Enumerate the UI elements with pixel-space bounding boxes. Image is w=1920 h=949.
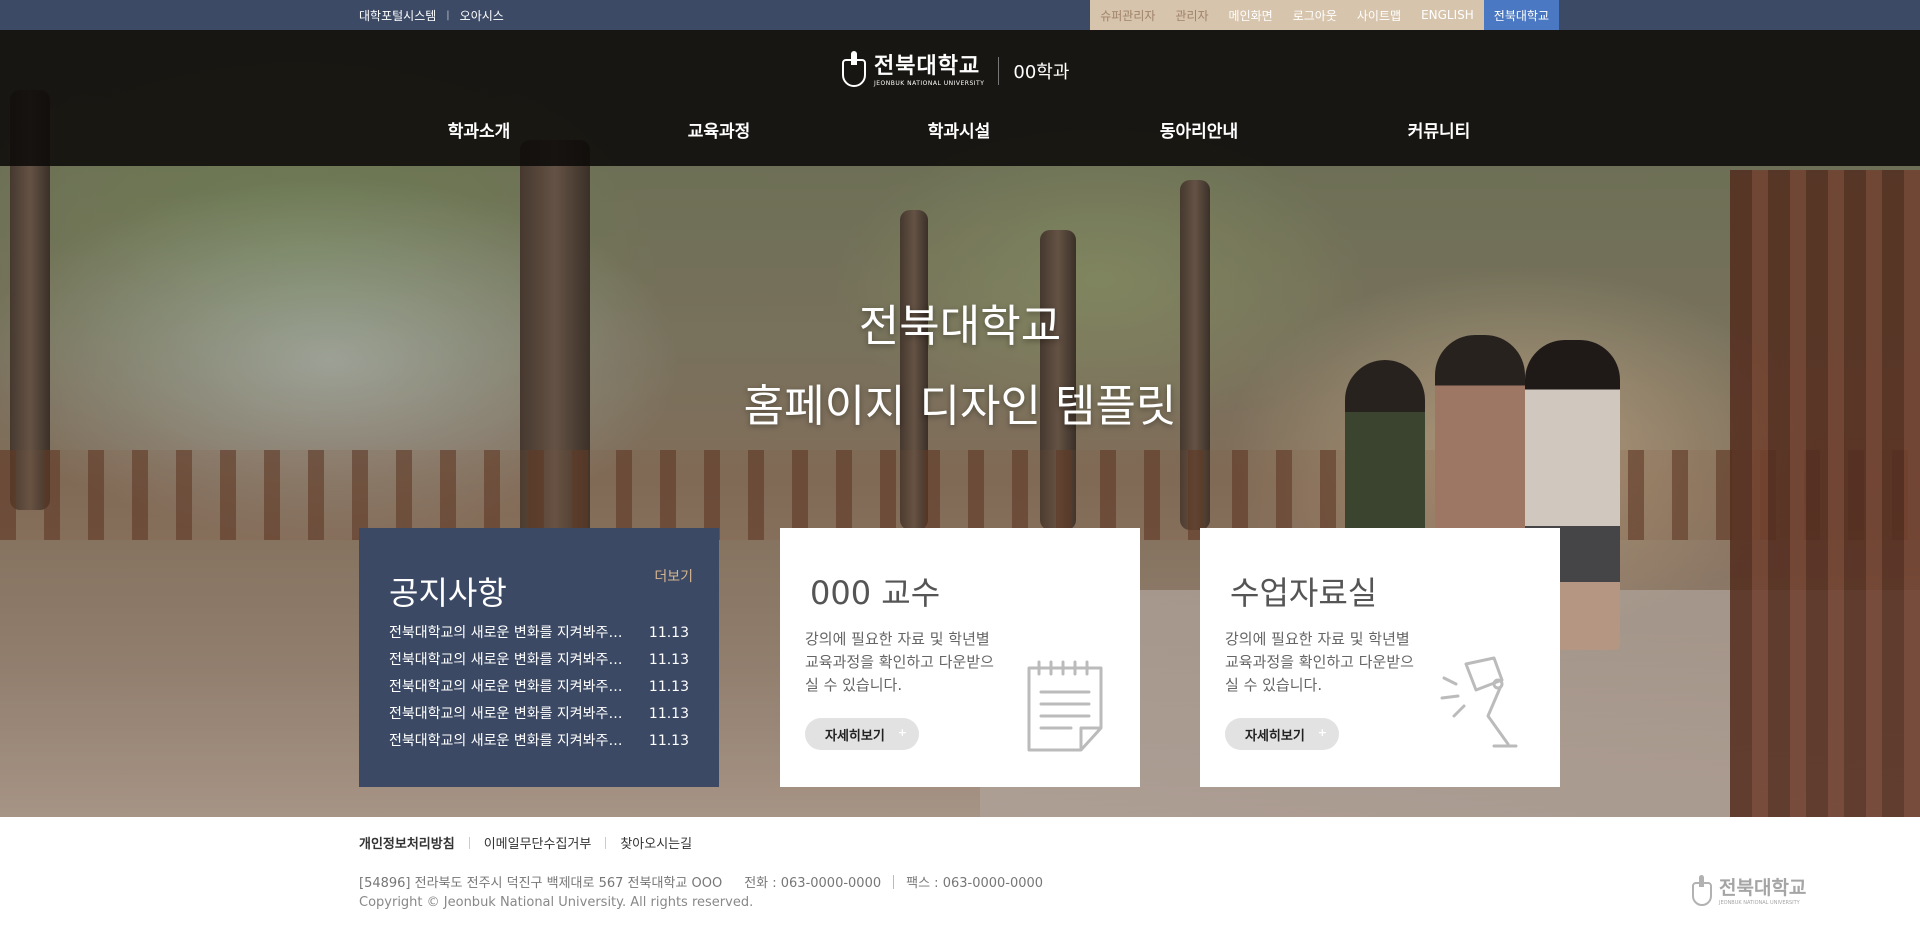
util-link-logout[interactable]: 로그아웃	[1283, 0, 1347, 30]
plus-icon: +	[1317, 726, 1327, 739]
nav-item-dept-intro[interactable]: 학과소개	[359, 112, 599, 152]
materials-card: 수업자료실 강의에 필요한 자료 및 학년별 교육과정을 확인하고 다운받으실 …	[1200, 528, 1560, 787]
notice-card: 공지사항 더보기 전북대학교의 새로운 변화를 지켜봐주시기 바랍니다11.13…	[359, 528, 719, 787]
util-link-jbnu[interactable]: 전북대학교	[1483, 0, 1559, 30]
logo-text-english: JEONBUK NATIONAL UNIVERSITY	[874, 79, 985, 87]
util-link-super-admin[interactable]: 슈퍼관리자	[1090, 0, 1165, 30]
notice-item[interactable]: 전북대학교의 새로운 변화를 지켜봐주시기 바랍니다11.13	[389, 674, 689, 701]
notice-item[interactable]: 전북대학교의 새로운 변화를 지켜봐주시기 바랍니다11.13	[389, 647, 689, 674]
nav-item-curriculum[interactable]: 교육과정	[599, 112, 839, 152]
professor-card: 000 교수 강의에 필요한 자료 및 학년별 교육과정을 확인하고 다운받으실…	[780, 528, 1140, 787]
util-link-english[interactable]: ENGLISH	[1411, 0, 1484, 30]
util-link-sitemap[interactable]: 사이트맵	[1347, 0, 1411, 30]
nav-item-clubs[interactable]: 동아리안내	[1079, 112, 1319, 152]
footer-links: 개인정보처리방침 이메일무단수집거부 찾아오시는길	[359, 833, 692, 852]
notepad-icon	[1027, 660, 1103, 752]
notice-more-link[interactable]: 더보기	[654, 566, 693, 586]
notice-date: 11.13	[648, 706, 689, 722]
site-header: 전북대학교 JEONBUK NATIONAL UNIVERSITY 00학과 학…	[0, 30, 1920, 166]
main-navigation: 학과소개 교육과정 학과시설 동아리안내 커뮤니티	[359, 112, 1559, 152]
notice-date: 11.13	[648, 652, 689, 668]
copyright-text: Copyright © Jeonbuk National University.…	[359, 895, 754, 910]
professor-card-title: 000 교수	[810, 574, 941, 612]
university-emblem-icon	[840, 51, 868, 91]
materials-card-title: 수업자료실	[1230, 574, 1378, 612]
footer-link-directions[interactable]: 찾아오시는길	[620, 833, 692, 852]
detail-button-label: 자세히보기	[1245, 728, 1305, 744]
footer-link-privacy[interactable]: 개인정보처리방침	[359, 833, 455, 852]
logo-text-korean: 전북대학교	[874, 53, 981, 79]
footer-logo: 전북대학교 JEONBUK NATIONAL UNIVERSITY	[1690, 875, 1806, 909]
nav-item-facilities[interactable]: 학과시설	[839, 112, 1079, 152]
divider	[605, 836, 607, 849]
portal-link-oasis[interactable]: 오아시스	[460, 7, 504, 24]
footer-link-email-refusal[interactable]: 이메일무단수집거부	[484, 833, 592, 852]
footer-address: [54896] 전라북도 전주시 덕진구 백제대로 567 전북대학교 OOO …	[359, 872, 1043, 891]
detail-button-label: 자세히보기	[825, 728, 885, 744]
top-utility-bar: 대학포털시스템 | 오아시스 슈퍼관리자 관리자 메인화면 로그아웃 사이트맵 …	[0, 0, 1920, 30]
desk-lamp-icon	[1440, 656, 1518, 748]
portal-links: 대학포털시스템 | 오아시스	[359, 7, 504, 24]
notice-list: 전북대학교의 새로운 변화를 지켜봐주시기 바랍니다11.13 전북대학교의 새…	[389, 620, 689, 755]
department-name: 00학과	[1013, 62, 1070, 83]
util-link-admin[interactable]: 관리자	[1165, 0, 1218, 30]
site-footer: 개인정보처리방침 이메일무단수집거부 찾아오시는길 [54896] 전라북도 전…	[0, 817, 1920, 949]
nav-item-community[interactable]: 커뮤니티	[1319, 112, 1559, 152]
portal-link-portal-system[interactable]: 대학포털시스템	[359, 7, 436, 24]
notice-item[interactable]: 전북대학교의 새로운 변화를 지켜봐주시기 바랍니다11.13	[389, 728, 689, 755]
divider	[468, 836, 470, 849]
util-link-main-screen[interactable]: 메인화면	[1219, 0, 1283, 30]
address-text: [54896] 전라북도 전주시 덕진구 백제대로 567 전북대학교 OOO	[359, 876, 723, 891]
notice-date: 11.13	[648, 679, 689, 695]
footer-logo-english: JEONBUK NATIONAL UNIVERSITY	[1719, 899, 1800, 906]
notice-title: 공지사항	[389, 574, 507, 612]
materials-detail-button[interactable]: 자세히보기 +	[1225, 718, 1339, 750]
footer-logo-korean: 전북대학교	[1719, 876, 1807, 899]
site-logo[interactable]: 전북대학교 JEONBUK NATIONAL UNIVERSITY 00학과	[840, 48, 1069, 94]
divider: |	[446, 9, 450, 21]
professor-detail-button[interactable]: 자세히보기 +	[805, 718, 919, 750]
notice-date: 11.13	[648, 733, 689, 749]
utility-links: 슈퍼관리자 관리자 메인화면 로그아웃 사이트맵 ENGLISH 전북대학교	[1090, 0, 1559, 30]
university-emblem-icon	[1690, 875, 1714, 909]
notice-item[interactable]: 전북대학교의 새로운 변화를 지켜봐주시기 바랍니다11.13	[389, 620, 689, 647]
divider	[893, 874, 895, 889]
fax-text: 팩스 : 063-0000-0000	[906, 876, 1044, 891]
hero-title-line1: 전북대학교	[858, 301, 1062, 352]
professor-card-description: 강의에 필요한 자료 및 학년별 교육과정을 확인하고 다운받으실 수 있습니다…	[805, 630, 994, 694]
hero-title-line2: 홈페이지 디자인 템플릿	[743, 381, 1177, 432]
notice-date: 11.13	[648, 625, 689, 641]
materials-card-description: 강의에 필요한 자료 및 학년별 교육과정을 확인하고 다운받으실 수 있습니다…	[1225, 630, 1414, 694]
phone-text: 전화 : 063-0000-0000	[744, 876, 882, 891]
notice-item[interactable]: 전북대학교의 새로운 변화를 지켜봐주시기 바랍니다11.13	[389, 701, 689, 728]
logo-divider	[998, 57, 1000, 85]
plus-icon: +	[897, 726, 907, 739]
